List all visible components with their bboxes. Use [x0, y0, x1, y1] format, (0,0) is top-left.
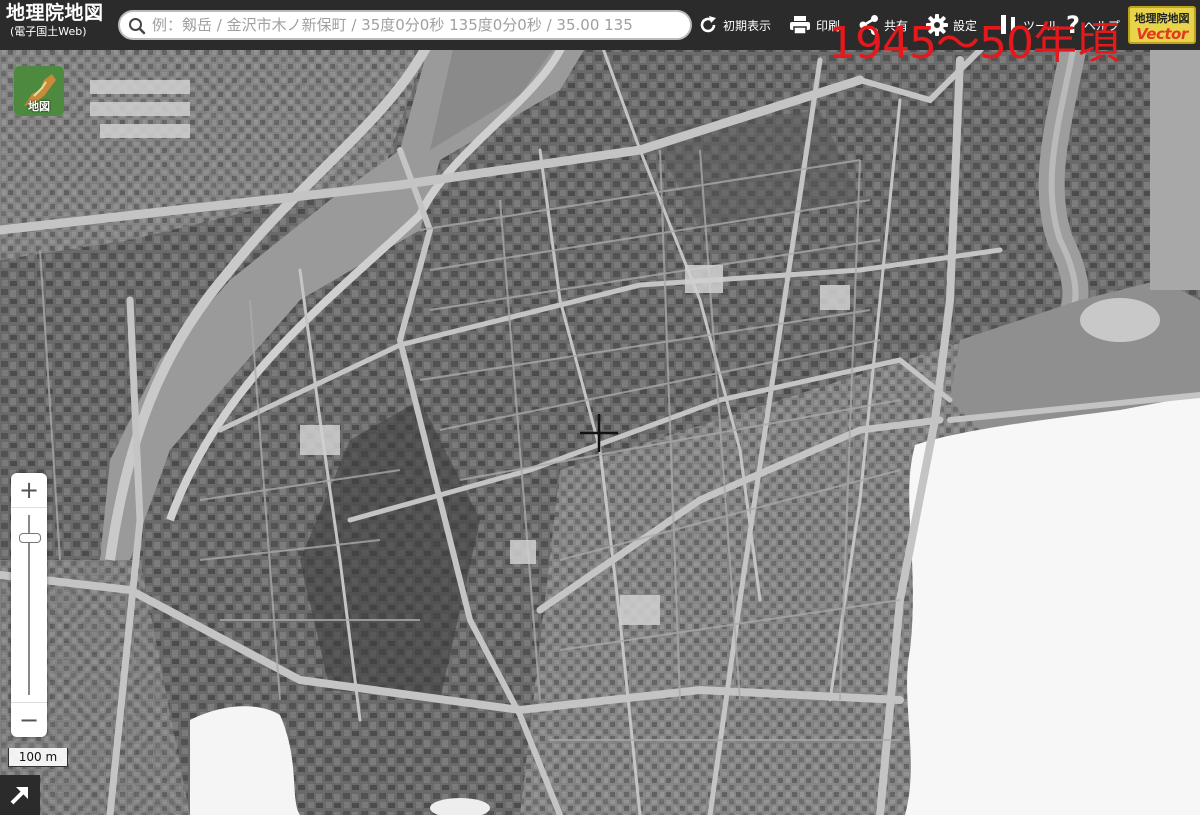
search-icon[interactable] — [128, 17, 146, 35]
diagonal-arrow-icon — [10, 787, 28, 805]
period-label: 1945〜50年頃 — [828, 18, 1120, 69]
aerial-photo-map[interactable] — [0, 0, 1200, 815]
refresh-icon — [700, 16, 716, 33]
center-crosshair-icon — [580, 414, 618, 452]
expand-panel-button[interactable] — [0, 775, 40, 815]
vector-mode-badge[interactable]: 地理院地図 Vector — [1128, 6, 1196, 44]
zoom-out-button[interactable]: − — [11, 702, 47, 737]
layer-switch-label: 地図 — [28, 100, 50, 113]
app-logo[interactable]: 地理院地図 (電子国土Web) — [6, 2, 114, 38]
printer-icon — [790, 16, 810, 35]
scale-bar: 100 m — [8, 748, 68, 767]
badge-vector-text: Vector — [1136, 25, 1188, 43]
layer-switch-button[interactable]: 地図 — [14, 66, 64, 116]
zoom-in-button[interactable]: + — [11, 473, 47, 508]
search-input[interactable] — [152, 12, 688, 38]
search-box[interactable] — [118, 10, 692, 40]
aerial-photo — [0, 0, 1200, 815]
badge-title: 地理院地図 — [1134, 12, 1190, 25]
reset-view-label: 初期表示 — [723, 18, 772, 33]
zoom-slider-handle[interactable] — [19, 533, 41, 543]
zoom-control: + − — [11, 473, 47, 737]
reset-view-button[interactable]: 初期表示 — [697, 12, 771, 38]
app-subtitle: (電子国土Web) — [10, 25, 87, 38]
app-title: 地理院地図 — [6, 2, 104, 24]
